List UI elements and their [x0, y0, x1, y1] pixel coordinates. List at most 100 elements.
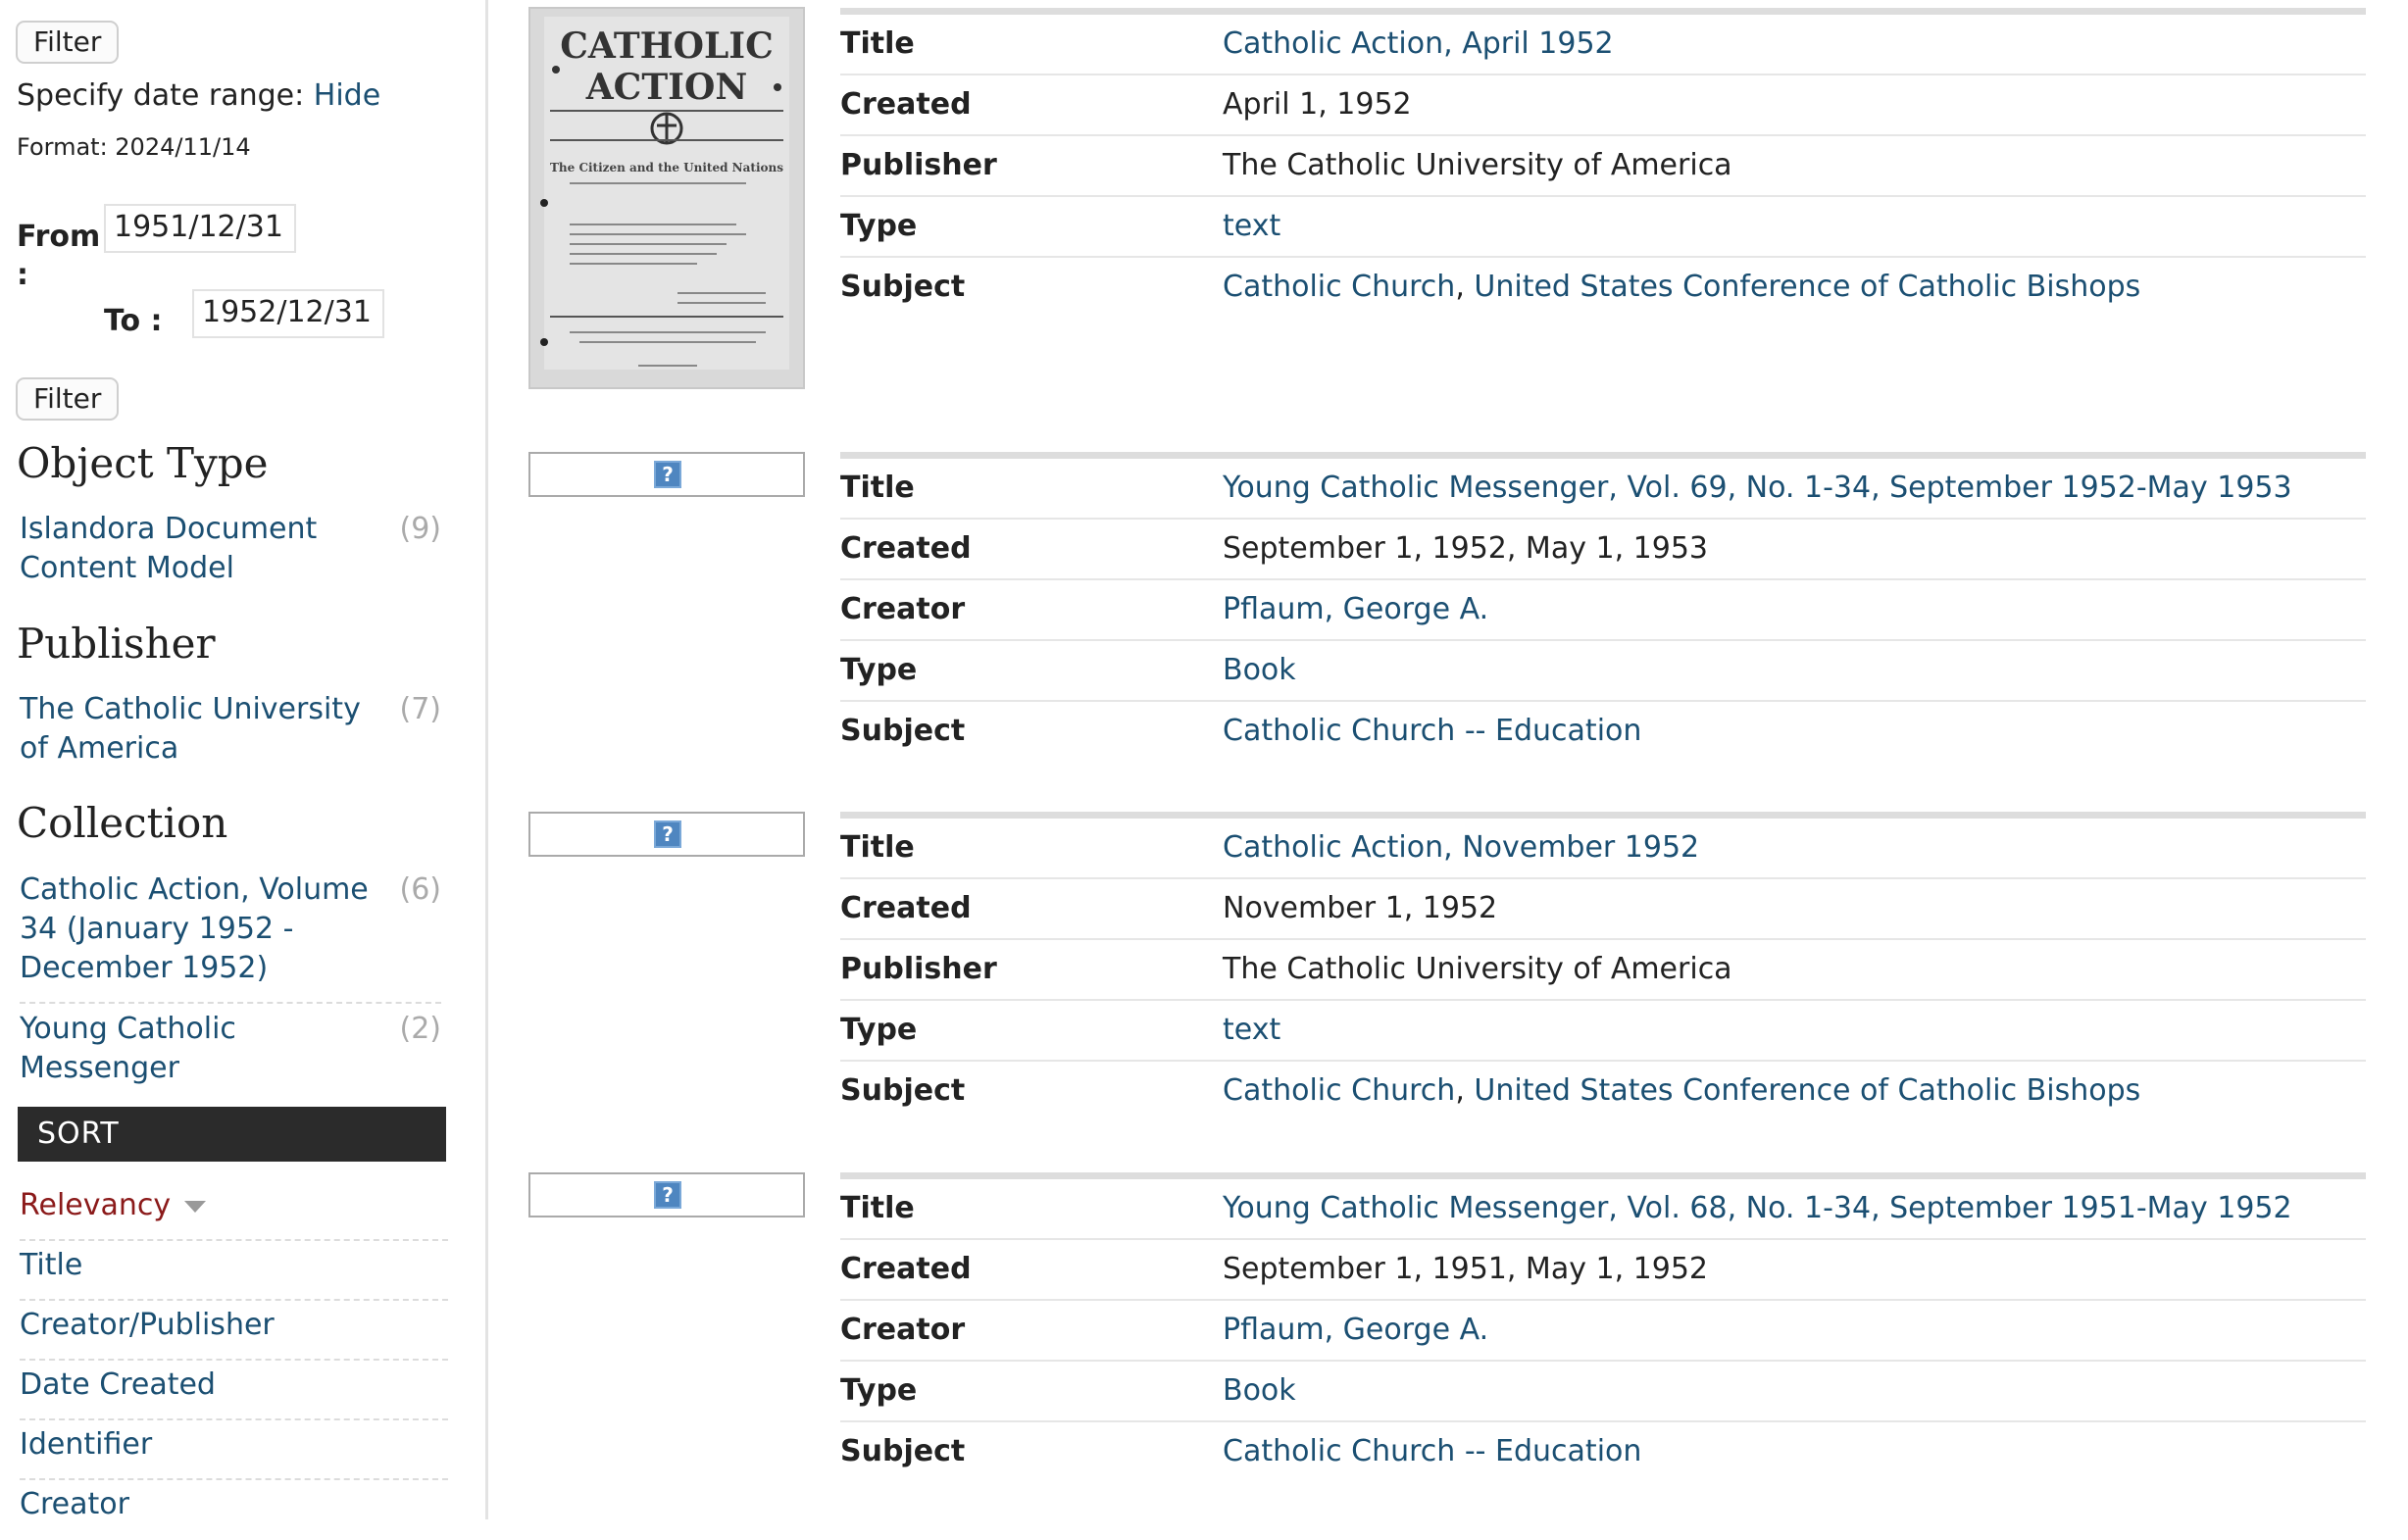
field-row-created: Created November 1, 1952	[840, 879, 2366, 940]
facet-link[interactable]: Catholic Action, Volume 34 (January 1952…	[20, 870, 373, 988]
facet-count: (2)	[399, 1012, 442, 1046]
sort-option-creator-publisher[interactable]: Creator/Publisher	[20, 1302, 448, 1361]
field-row-created: Created April 1, 1952	[840, 75, 2366, 136]
field-row-publisher: Publisher The Catholic University of Ame…	[840, 136, 2366, 197]
field-value: April 1, 1952	[1223, 87, 1412, 122]
facet-item: The Catholic University of America (7)	[20, 690, 441, 769]
field-row-title: Title Catholic Action, November 1952	[840, 819, 2366, 879]
field-label: Publisher	[840, 148, 997, 182]
date-range-hide-link[interactable]: Hide	[314, 78, 380, 113]
result-thumbnail-placeholder[interactable]: ?	[528, 812, 805, 857]
subject-link[interactable]: Catholic Church	[1223, 270, 1455, 304]
cover-title-line2: ACTION	[585, 67, 747, 108]
field-label: Title	[840, 26, 915, 61]
to-label: To :	[104, 304, 163, 338]
result-record: Title Young Catholic Messenger, Vol. 68,…	[840, 1172, 2366, 1483]
type-link[interactable]: Book	[1223, 1373, 1296, 1408]
facet-item: Catholic Action, Volume 34 (January 1952…	[20, 870, 441, 1004]
creator-link[interactable]: Pflaum, George A.	[1223, 1313, 1488, 1347]
facet-link[interactable]: Islandora Document Content Model	[20, 510, 373, 588]
facet-count: (6)	[399, 872, 442, 907]
facet-heading-publisher: Publisher	[17, 620, 216, 668]
field-label: Subject	[840, 714, 966, 748]
field-row-subject: Subject Catholic Church -- Education	[840, 702, 2366, 763]
result-thumbnail-placeholder[interactable]: ?	[528, 1172, 805, 1217]
field-row-title: Title Catholic Action, April 1952	[840, 15, 2366, 75]
facet-item: Young Catholic Messenger (2)	[20, 1010, 441, 1088]
from-colon: :	[17, 258, 28, 292]
subject-link[interactable]: United States Conference of Catholic Bis…	[1474, 1073, 2140, 1108]
field-label: Title	[840, 830, 915, 865]
filter-button-top[interactable]: Filter	[16, 21, 120, 64]
field-label: Subject	[840, 1434, 966, 1468]
date-range-label: Specify date range: Hide	[17, 78, 380, 113]
sidebar: Filter Specify date range: Hide Format: …	[0, 0, 488, 1521]
field-row-creator: Creator Pflaum, George A.	[840, 1301, 2366, 1362]
field-label: Publisher	[840, 952, 997, 986]
facet-link[interactable]: The Catholic University of America	[20, 690, 373, 769]
facet-item: Islandora Document Content Model (9)	[20, 510, 441, 588]
field-row-title: Title Young Catholic Messenger, Vol. 68,…	[840, 1179, 2366, 1240]
result-record: Title Catholic Action, April 1952 Create…	[840, 8, 2366, 319]
type-link[interactable]: Book	[1223, 653, 1296, 687]
field-label: Title	[840, 1191, 915, 1225]
facet-count: (9)	[399, 512, 442, 546]
cover-subtitle: The Citizen and the United Nations	[550, 161, 783, 174]
sort-option-identifier[interactable]: Identifier	[20, 1421, 448, 1480]
chevron-down-icon	[184, 1200, 207, 1213]
field-row-subject: Subject Catholic Church, United States C…	[840, 258, 2366, 319]
field-row-subject: Subject Catholic Church, United States C…	[840, 1062, 2366, 1122]
field-label: Creator	[840, 592, 966, 626]
result-title-link[interactable]: Young Catholic Messenger, Vol. 69, No. 1…	[1223, 471, 2292, 505]
from-label: From	[17, 220, 101, 254]
field-label: Created	[840, 531, 972, 566]
field-row-publisher: Publisher The Catholic University of Ame…	[840, 940, 2366, 1001]
cover-title-line1: CATHOLIC	[560, 25, 774, 67]
field-label: Type	[840, 1373, 918, 1408]
field-value: November 1, 1952	[1223, 891, 1498, 925]
creator-link[interactable]: Pflaum, George A.	[1223, 592, 1488, 626]
subject-link[interactable]: Catholic Church -- Education	[1223, 714, 1641, 748]
field-label: Type	[840, 653, 918, 687]
field-row-created: Created September 1, 1951, May 1, 1952	[840, 1240, 2366, 1301]
result-record: Title Catholic Action, November 1952 Cre…	[840, 812, 2366, 1122]
date-range-text: Specify date range:	[17, 78, 305, 113]
field-row-created: Created September 1, 1952, May 1, 1953	[840, 520, 2366, 580]
magazine-cover-image: CATHOLIC ACTION The Citizen and the Unit…	[530, 9, 803, 387]
missing-image-icon: ?	[654, 820, 681, 848]
filter-button-bottom[interactable]: Filter	[16, 377, 120, 421]
subject-link[interactable]: United States Conference of Catholic Bis…	[1474, 270, 2140, 304]
field-label: Title	[840, 471, 915, 505]
facet-count: (7)	[399, 692, 442, 726]
sort-option-relevancy[interactable]: Relevancy	[20, 1182, 448, 1241]
type-link[interactable]: text	[1223, 1013, 1280, 1047]
result-title-link[interactable]: Catholic Action, April 1952	[1223, 26, 1614, 61]
result-thumbnail-placeholder[interactable]: ?	[528, 452, 805, 497]
field-label: Type	[840, 1013, 918, 1047]
from-date-input[interactable]: 1951/12/31	[104, 204, 296, 253]
result-thumbnail-cover[interactable]: CATHOLIC ACTION The Citizen and the Unit…	[528, 7, 805, 389]
field-label: Type	[840, 209, 918, 243]
sort-option-date-created[interactable]: Date Created	[20, 1362, 448, 1420]
field-label: Created	[840, 1252, 972, 1286]
subject-link[interactable]: Catholic Church	[1223, 1073, 1455, 1108]
sort-option-title[interactable]: Title	[20, 1242, 448, 1301]
sort-option-creator[interactable]: Creator	[20, 1481, 448, 1540]
subject-link[interactable]: Catholic Church -- Education	[1223, 1434, 1641, 1468]
field-label: Creator	[840, 1313, 966, 1347]
result-record: Title Young Catholic Messenger, Vol. 69,…	[840, 452, 2366, 763]
field-row-type: Type text	[840, 197, 2366, 258]
result-title-link[interactable]: Catholic Action, November 1952	[1223, 830, 1699, 865]
field-label: Created	[840, 87, 972, 122]
field-row-type: Type text	[840, 1001, 2366, 1062]
type-link[interactable]: text	[1223, 209, 1280, 243]
date-format-hint: Format: 2024/11/14	[17, 133, 251, 161]
field-label: Created	[840, 891, 972, 925]
facet-link[interactable]: Young Catholic Messenger	[20, 1010, 265, 1088]
field-value: September 1, 1952, May 1, 1953	[1223, 531, 1708, 566]
field-row-type: Type Book	[840, 1362, 2366, 1422]
field-row-title: Title Young Catholic Messenger, Vol. 69,…	[840, 459, 2366, 520]
field-label: Subject	[840, 1073, 966, 1108]
to-date-input[interactable]: 1952/12/31	[192, 289, 384, 338]
result-title-link[interactable]: Young Catholic Messenger, Vol. 68, No. 1…	[1223, 1191, 2292, 1225]
